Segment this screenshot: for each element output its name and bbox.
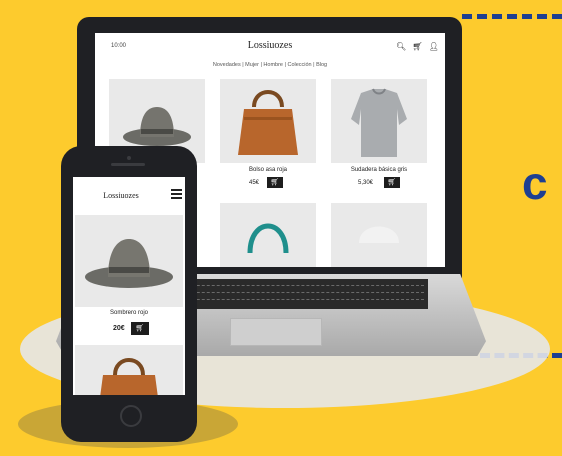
product-tile[interactable] — [331, 203, 427, 267]
cart-icon: 🛒︎ — [270, 179, 280, 186]
phone-screen: Lossiuozes Sombrero rojo 20€ 🛒︎ — [73, 177, 185, 395]
sweater-image — [351, 88, 407, 157]
product-tile-hat[interactable] — [75, 215, 183, 307]
site-header: 10:00 Lossiuozes 🔍︎ 🛒︎ 👤︎ Novedades | Mu… — [95, 33, 445, 73]
product-tile-handbag[interactable] — [220, 79, 316, 163]
product-name[interactable]: Bolso asa roja — [220, 167, 316, 173]
product-name[interactable]: Sudadera básica gris — [331, 167, 427, 173]
phone-camera — [127, 156, 131, 160]
product-price: 5,30€ — [358, 180, 374, 186]
product-price: 20€ — [113, 325, 125, 332]
user-icon[interactable]: 👤︎ — [429, 42, 441, 51]
hat-image — [359, 226, 399, 243]
product-tile[interactable] — [220, 203, 316, 267]
handbag-image — [238, 90, 298, 155]
product-price: 45€ — [249, 180, 260, 186]
hat-image — [85, 239, 173, 288]
header-icons: 🔍︎ 🛒︎ 👤︎ — [396, 42, 441, 51]
cart-icon[interactable]: 🛒︎ — [412, 42, 424, 51]
home-button[interactable] — [120, 405, 142, 427]
add-to-cart-button[interactable]: 🛒︎ — [131, 322, 149, 335]
menu-icon[interactable] — [171, 189, 182, 199]
bag-image — [247, 223, 289, 254]
cart-icon: 🛒︎ — [135, 325, 145, 332]
search-icon[interactable]: 🔍︎ — [396, 42, 408, 51]
product-tile-sweater[interactable] — [331, 79, 427, 163]
site-logo[interactable]: Lossiuozes — [95, 40, 445, 51]
product-name[interactable]: Sombrero rojo — [73, 310, 185, 316]
phone-speaker — [111, 163, 145, 166]
site-nav[interactable]: Novedades | Mujer | Hombre | Colección |… — [95, 62, 445, 68]
handbag-image — [100, 358, 158, 395]
cart-icon: 🛒︎ — [387, 179, 397, 186]
trackpad — [230, 318, 322, 346]
dashed-line-top — [462, 14, 562, 19]
side-letter: c — [522, 157, 548, 209]
add-to-cart-button[interactable]: 🛒︎ — [384, 177, 400, 188]
add-to-cart-button[interactable]: 🛒︎ — [267, 177, 283, 188]
site-logo[interactable]: Lossiuozes — [73, 191, 169, 200]
product-tile-handbag[interactable] — [75, 345, 183, 395]
